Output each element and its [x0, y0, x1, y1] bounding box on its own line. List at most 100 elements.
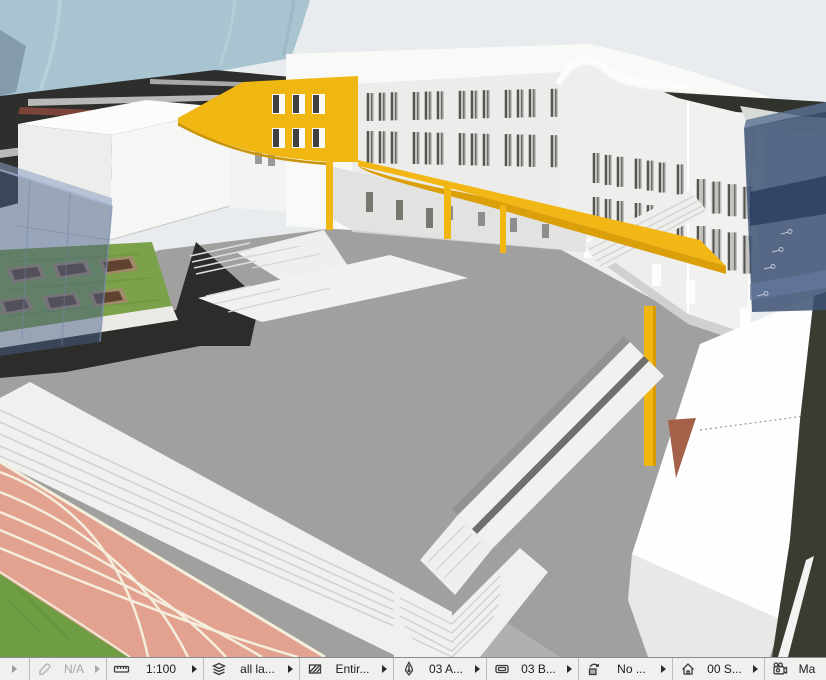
window — [663, 163, 665, 193]
window — [529, 135, 531, 167]
window — [391, 92, 393, 120]
window — [425, 92, 427, 120]
window — [471, 91, 473, 119]
window — [605, 155, 607, 185]
window — [475, 133, 477, 165]
layers-icon — [210, 661, 227, 677]
quick-option-label: all la... — [233, 662, 282, 676]
window — [728, 184, 730, 216]
window — [551, 89, 553, 117]
chevron-right-icon — [661, 665, 666, 673]
window — [463, 133, 465, 165]
window — [483, 90, 485, 118]
window — [509, 134, 511, 166]
quick-option-label: 03 A... — [423, 662, 469, 676]
window — [383, 93, 385, 121]
window — [681, 164, 683, 194]
window — [379, 131, 381, 163]
window — [555, 135, 557, 167]
window — [441, 91, 443, 119]
window — [413, 132, 415, 164]
chevron-right-icon — [475, 665, 480, 673]
quick-options-expand-button[interactable] — [0, 658, 30, 680]
window — [734, 184, 736, 216]
window — [475, 91, 477, 119]
quick-option-model-view-options[interactable]: 03 B... — [487, 658, 579, 680]
window — [609, 155, 611, 185]
window — [471, 133, 473, 165]
window — [517, 90, 519, 118]
hatch-icon — [306, 661, 323, 677]
window — [593, 153, 595, 183]
chevron-right-icon — [12, 665, 17, 673]
home-icon — [679, 661, 696, 677]
zone-box-right — [744, 102, 826, 312]
window — [483, 134, 485, 166]
window — [417, 132, 419, 164]
window — [429, 132, 431, 164]
frame-icon — [493, 661, 510, 677]
window — [533, 89, 535, 117]
window — [719, 182, 721, 214]
chevron-right-icon — [382, 665, 387, 673]
chevron-right-icon — [95, 665, 100, 673]
chevron-right-icon — [288, 665, 293, 673]
window — [413, 92, 415, 120]
3d-viewport[interactable] — [0, 0, 826, 657]
window — [713, 182, 715, 214]
window — [437, 133, 439, 165]
chevron-right-icon — [567, 665, 572, 673]
window — [635, 159, 637, 189]
quick-option-scale[interactable]: 1:100 — [107, 658, 204, 680]
window — [744, 187, 746, 219]
window — [744, 236, 746, 274]
window — [509, 90, 511, 118]
window — [728, 232, 730, 270]
window — [459, 91, 461, 119]
window — [417, 92, 419, 120]
window — [533, 135, 535, 167]
window — [677, 164, 679, 194]
quick-option-partial-structure[interactable]: Entir... — [300, 658, 394, 680]
window — [651, 161, 653, 191]
window — [459, 133, 461, 165]
quick-option-pen-set[interactable]: 03 A... — [394, 658, 487, 680]
window — [371, 93, 373, 121]
renovation-icon — [585, 661, 602, 677]
quick-option-3d-view[interactable]: Ma — [765, 658, 826, 680]
pen-nib-icon — [400, 661, 417, 677]
chevron-right-icon — [192, 665, 197, 673]
quick-option-label: N/A — [59, 662, 89, 676]
window — [367, 131, 369, 163]
quick-option-pen-override[interactable]: N/A — [30, 658, 107, 680]
quick-option-home-story[interactable]: 00 S... — [673, 658, 765, 680]
window — [371, 131, 373, 163]
window — [734, 232, 736, 270]
ruler-icon — [113, 661, 130, 677]
window — [639, 159, 641, 189]
quick-option-label: Ma — [794, 662, 820, 676]
quick-option-label: No ... — [608, 662, 655, 676]
quick-option-layer-combination[interactable]: all la... — [204, 658, 300, 680]
quick-option-renovation-filter[interactable]: No ... — [579, 658, 673, 680]
window — [551, 135, 553, 167]
window — [367, 93, 369, 121]
window — [383, 131, 385, 163]
quick-option-label: 1:100 — [136, 662, 186, 676]
quick-option-label: Entir... — [329, 662, 376, 676]
quick-options-bar: N/A 1:100 all la... Entir... — [0, 657, 826, 680]
window — [517, 135, 519, 167]
window — [505, 134, 507, 166]
quick-option-label: 00 S... — [702, 662, 747, 676]
window — [441, 133, 443, 165]
window — [597, 153, 599, 183]
window — [617, 157, 619, 187]
window — [487, 90, 489, 118]
window — [379, 93, 381, 121]
chevron-right-icon — [753, 665, 758, 673]
quick-option-label: 03 B... — [516, 662, 561, 676]
window — [395, 132, 397, 164]
window — [521, 90, 523, 118]
window — [555, 89, 557, 117]
window — [647, 161, 649, 191]
